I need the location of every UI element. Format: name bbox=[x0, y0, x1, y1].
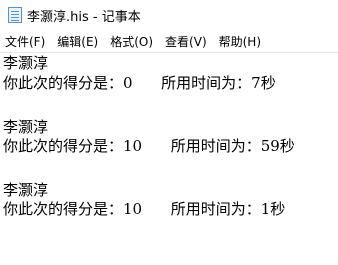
title-bar[interactable]: 李灏淳.his - 记事本 bbox=[0, 0, 338, 30]
menu-view[interactable]: 查看(V) bbox=[159, 33, 213, 50]
text-line: 你此次的得分是：10 所用时间为：59秒 bbox=[3, 137, 295, 155]
window-title: 李灏淳.his - 记事本 bbox=[27, 9, 141, 25]
menu-bar: 文件(F) 编辑(E) 格式(O) 查看(V) 帮助(H) bbox=[0, 30, 338, 53]
text-editor-area[interactable]: 李灏淳 你此次的得分是：0 所用时间为：7秒 李灏淳 你此次的得分是：10 所用… bbox=[0, 53, 338, 265]
text-line: 李灏淳 bbox=[3, 54, 49, 72]
menu-help[interactable]: 帮助(H) bbox=[213, 33, 267, 50]
text-line: 李灏淳 bbox=[3, 181, 49, 199]
text-line: 李灏淳 bbox=[3, 118, 49, 136]
text-line: 你此次的得分是：0 所用时间为：7秒 bbox=[3, 74, 276, 92]
menu-edit[interactable]: 编辑(E) bbox=[51, 33, 104, 50]
menu-file[interactable]: 文件(F) bbox=[0, 33, 51, 50]
notepad-icon bbox=[8, 7, 22, 23]
menu-format[interactable]: 格式(O) bbox=[104, 33, 159, 50]
text-line: 你此次的得分是：10 所用时间为：1秒 bbox=[3, 200, 286, 218]
